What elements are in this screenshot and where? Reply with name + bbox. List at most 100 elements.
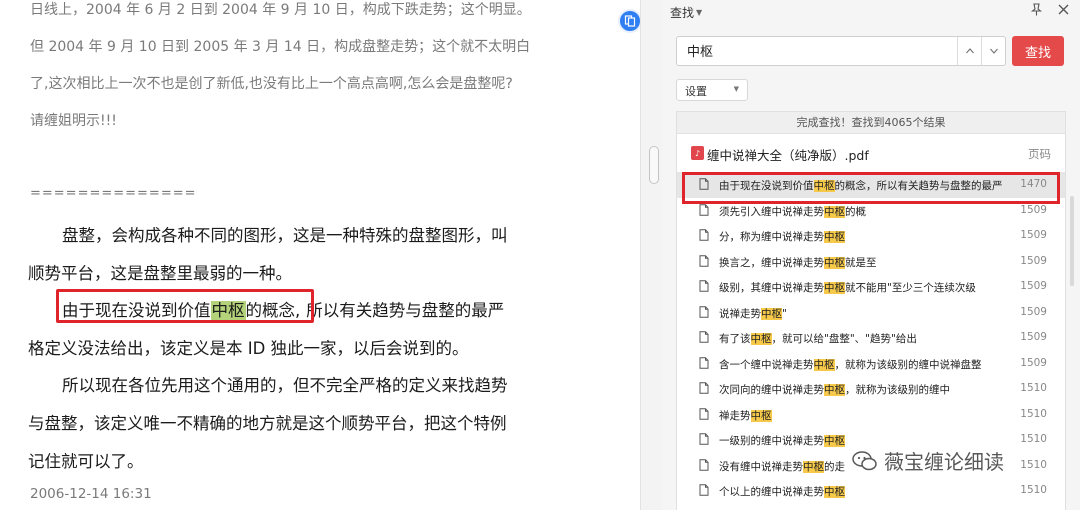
doc-text-line: 盘整，会构成各种不同的图形，这是一种特殊的盘整图形，叫 (62, 226, 508, 245)
snippet-hit: 中枢 (824, 205, 845, 218)
result-snippet: 级别，其缠中说禅走势中枢就不能用"至少三个连续次级 (719, 280, 1009, 295)
result-page-number: 1509 (1020, 254, 1047, 267)
result-page-number: 1509 (1020, 229, 1047, 241)
snippet-pre: 须先引入缠中说禅走势 (719, 205, 824, 218)
snippet-post: ，就称为该级别的缠中 (845, 384, 950, 396)
result-page-number: 1510 (1020, 484, 1047, 496)
snippet-post: 就是至 (845, 256, 877, 269)
previous-result-button[interactable] (957, 37, 981, 65)
doc-text-line: 顺势平台，这是盘整里最弱的一种。 (28, 264, 292, 283)
search-input-wrapper (676, 36, 1006, 66)
doc-text-line: 请缠姐明示!!! (30, 113, 117, 129)
next-result-button[interactable] (981, 37, 1005, 65)
wechat-icon (852, 450, 877, 470)
snippet-post: " (782, 307, 787, 320)
search-result-row[interactable]: 含一个缠中说禅走势中枢，就称为该级别的缠中说禅盘整 1509 (677, 351, 1065, 377)
result-page-number: 1509 (1020, 203, 1047, 216)
document-scrollbar[interactable] (640, 0, 662, 510)
snippet-hit: 中枢 (824, 384, 845, 396)
snippet-pre: 级别，其缠中说禅走势 (719, 282, 824, 294)
snippet-hit: 中枢 (750, 333, 772, 345)
result-snippet: 个以上的缠中说禅走势中枢 (719, 484, 1009, 499)
watermark: 薇宝缠论细读 (852, 446, 1004, 475)
snippet-post: 就不能用"至少三个连续次级 (845, 282, 976, 294)
page-icon (699, 331, 709, 343)
snippet-pre: 次同向的缠中说禅走势 (719, 384, 824, 396)
result-snippet: 须先引入缠中说禅走势中枢的概 (719, 204, 1009, 219)
search-result-row[interactable]: 有了该中枢，就可以给"盘整"、"趋势"给出 1509 (677, 325, 1065, 351)
result-page-number: 1510 (1020, 458, 1047, 471)
search-result-row[interactable]: 次同向的缠中说禅走势中枢，就称为该级别的缠中 1510 (677, 376, 1065, 402)
snippet-post: 的走 (824, 460, 845, 473)
highlight-annotation-box (56, 289, 314, 323)
snippet-post: ，就称为该级别的缠中说禅盘整 (834, 358, 982, 371)
result-page-number: 1510 (1020, 433, 1047, 445)
search-result-row[interactable]: 禅走势中枢 1510 (677, 402, 1065, 428)
doc-text-line: 格定义没法给出，该定义是本 ID 独此一家，以后会说到的。 (28, 339, 469, 358)
page-icon (699, 433, 709, 445)
chevron-down-icon: ▼ (733, 85, 739, 93)
translate-float-button[interactable] (618, 9, 642, 33)
snippet-post: ，就可以给"盘整"、"趋势"给出 (771, 333, 917, 345)
result-page-number: 1510 (1020, 407, 1047, 420)
search-result-row[interactable]: 级别，其缠中说禅走势中枢就不能用"至少三个连续次级 1509 (677, 274, 1065, 300)
snippet-pre: 禅走势 (719, 409, 751, 422)
panel-title-menu[interactable]: 查找 ▼ (670, 4, 702, 21)
snippet-hit: 中枢 (803, 460, 824, 473)
snippet-hit: 中枢 (824, 256, 845, 269)
pin-icon[interactable] (1030, 3, 1043, 16)
snippet-pre: 一级别的缠中说禅走势 (719, 435, 824, 447)
page-icon (699, 203, 709, 216)
close-icon[interactable] (1057, 3, 1070, 16)
chevron-up-icon (965, 48, 974, 54)
page-icon (699, 382, 709, 394)
doc-text-line: 与盘整，该定义唯一不精确的地方就是这个顺势平台，把这个特例 (28, 414, 507, 433)
search-result-row[interactable]: 分，称为缠中说禅走势中枢 1509 (677, 223, 1065, 249)
page-icon (699, 229, 709, 241)
result-page-number: 1509 (1020, 331, 1047, 343)
page-icon (699, 305, 709, 318)
search-result-row[interactable]: 换言之，缠中说禅走势中枢就是至 1509 (677, 249, 1065, 275)
doc-text-line: 了,这次相比上一次不也是创了新低,也没有比上一个高点高啊,怎么会是盘整呢? (30, 76, 513, 92)
snippet-pre: 个以上的缠中说禅走势 (719, 486, 824, 498)
snippet-hit: 中枢 (824, 231, 845, 243)
doc-text-line: 但 2004 年 9 月 10 日到 2005 年 3 月 14 日，构成盘整走… (30, 39, 531, 55)
snippet-hit: 中枢 (750, 409, 772, 422)
snippet-hit: 中枢 (824, 435, 845, 447)
page-icon (699, 458, 709, 471)
search-input[interactable] (687, 43, 957, 58)
result-snippet: 禅走势中枢 (719, 408, 1009, 423)
post-date: 2006-12-14 16:31 (30, 486, 152, 502)
results-scrollbar[interactable] (1070, 196, 1074, 286)
doc-text: 所以有关趋势与盘整的最严 (306, 301, 505, 320)
page-icon (699, 484, 709, 496)
separator-text: ============== (30, 186, 197, 201)
snippet-hit: 中枢 (813, 358, 835, 371)
chevron-down-icon (989, 48, 998, 54)
page-column-header: 页码 (1028, 147, 1051, 161)
settings-dropdown[interactable]: 设置 ▼ (676, 79, 748, 101)
page-icon (699, 254, 709, 267)
doc-text-line: 日线上，2004 年 6 月 2 日到 2004 年 9 月 10 日，构成下跌… (30, 2, 531, 18)
search-result-row[interactable]: 个以上的缠中说禅走势中枢 1510 (677, 478, 1065, 504)
snippet-hit: 中枢 (824, 486, 845, 498)
chevron-down-icon: ▼ (696, 8, 703, 17)
page-icon (699, 356, 709, 369)
search-result-row[interactable]: 说禅走势中枢" 1509 (677, 300, 1065, 326)
result-page-number: 1510 (1020, 382, 1047, 394)
document-view[interactable]: 日线上，2004 年 6 月 2 日到 2004 年 9 月 10 日，构成下跌… (0, 0, 616, 510)
page-icon (699, 280, 709, 292)
file-name: 缠中说禅大全（纯净版）.pdf (707, 148, 869, 163)
result-snippet: 次同向的缠中说禅走势中枢，就称为该级别的缠中 (719, 382, 1009, 397)
result-page-number: 1509 (1020, 356, 1047, 369)
snippet-hit: 中枢 (824, 282, 845, 294)
snippet-post: 的概 (845, 205, 866, 218)
page-icon (699, 407, 709, 420)
result-snippet: 分，称为缠中说禅走势中枢 (719, 229, 1009, 244)
find-button[interactable]: 查找 (1012, 36, 1064, 66)
settings-label: 设置 (685, 85, 707, 98)
watermark-text: 薇宝缠论细读 (884, 450, 1004, 474)
result-snippet: 含一个缠中说禅走势中枢，就称为该级别的缠中说禅盘整 (719, 357, 1009, 372)
scrollbar-thumb[interactable] (649, 146, 659, 184)
file-group-header[interactable]: ♪ 缠中说禅大全（纯净版）.pdf 页码 (677, 142, 1065, 164)
